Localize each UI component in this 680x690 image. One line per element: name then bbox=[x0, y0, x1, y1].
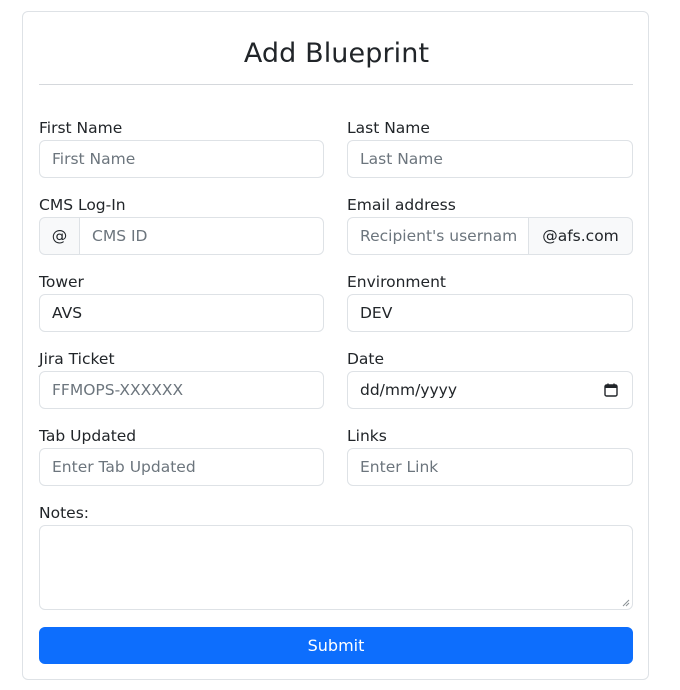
title-divider bbox=[39, 84, 633, 85]
resize-grip-icon[interactable] bbox=[622, 599, 630, 607]
cms-id-placeholder: CMS ID bbox=[92, 227, 148, 245]
tab-updated-placeholder: Enter Tab Updated bbox=[52, 458, 196, 476]
date-label: Date bbox=[347, 350, 385, 368]
first-name-input[interactable]: First Name bbox=[39, 140, 324, 178]
calendar-icon[interactable] bbox=[604, 383, 618, 397]
last-name-label: Last Name bbox=[347, 119, 430, 137]
links-input[interactable]: Enter Link bbox=[347, 448, 633, 486]
date-input[interactable]: dd/mm/yyyy bbox=[347, 371, 633, 409]
first-name-placeholder: First Name bbox=[52, 150, 136, 168]
environment-input[interactable]: DEV bbox=[347, 294, 633, 332]
environment-label: Environment bbox=[347, 273, 446, 291]
tab-updated-input[interactable]: Enter Tab Updated bbox=[39, 448, 324, 486]
jira-ticket-placeholder: FFMOPS-XXXXXX bbox=[52, 381, 184, 399]
last-name-placeholder: Last Name bbox=[360, 150, 443, 168]
tower-input[interactable]: AVS bbox=[39, 294, 324, 332]
cms-login-label: CMS Log-In bbox=[39, 196, 126, 214]
email-username-input[interactable]: Recipient's usernam bbox=[347, 217, 529, 255]
first-name-label: First Name bbox=[39, 119, 123, 137]
links-label: Links bbox=[347, 427, 387, 445]
submit-button[interactable]: Submit bbox=[39, 627, 633, 664]
jira-ticket-label: Jira Ticket bbox=[39, 350, 115, 368]
date-value: dd/mm/yyyy bbox=[360, 381, 458, 399]
notes-textarea[interactable] bbox=[39, 525, 633, 610]
tower-label: Tower bbox=[39, 273, 84, 291]
page-title: Add Blueprint bbox=[243, 38, 430, 69]
tower-value: AVS bbox=[52, 304, 83, 322]
email-domain-suffix: @afs.com bbox=[528, 217, 633, 255]
add-blueprint-card: Add Blueprint First Name First Name Last… bbox=[22, 11, 649, 680]
jira-ticket-input[interactable]: FFMOPS-XXXXXX bbox=[39, 371, 324, 409]
notes-label: Notes: bbox=[39, 504, 89, 522]
tab-updated-label: Tab Updated bbox=[39, 427, 137, 445]
links-placeholder: Enter Link bbox=[360, 458, 439, 476]
email-label: Email address bbox=[347, 196, 456, 214]
environment-value: DEV bbox=[360, 304, 393, 322]
cms-at-prefix: @ bbox=[39, 217, 80, 255]
last-name-input[interactable]: Last Name bbox=[347, 140, 633, 178]
email-placeholder: Recipient's usernam bbox=[360, 227, 518, 245]
cms-id-input[interactable]: CMS ID bbox=[79, 217, 324, 255]
